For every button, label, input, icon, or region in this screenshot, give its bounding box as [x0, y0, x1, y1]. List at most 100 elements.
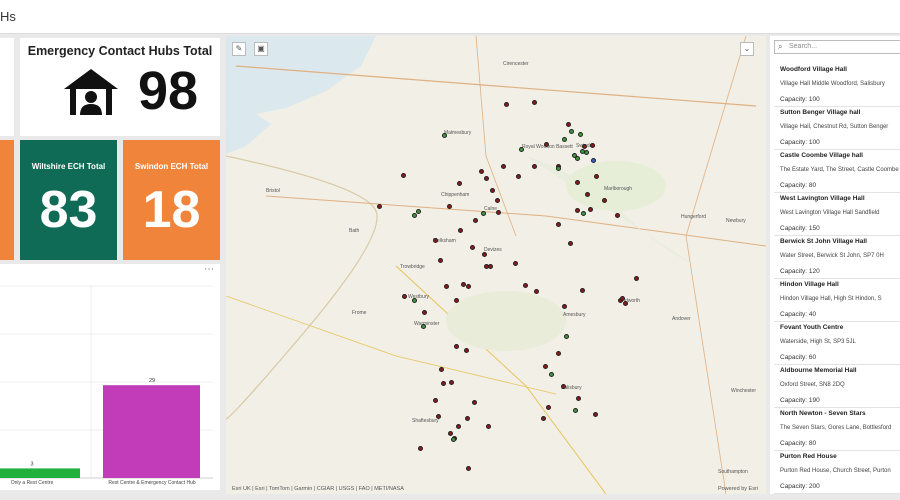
- list-item-name[interactable]: Berwick St John Village Hall: [780, 238, 867, 245]
- map-hub-marker[interactable]: [588, 207, 593, 212]
- map-hub-marker[interactable]: [602, 198, 607, 203]
- map-hub-marker[interactable]: [572, 153, 577, 158]
- map-hub-marker[interactable]: [377, 204, 382, 209]
- map-hub-marker[interactable]: [615, 213, 620, 218]
- map-hub-marker[interactable]: [593, 412, 598, 417]
- map-hub-marker[interactable]: [504, 102, 509, 107]
- list-item-name[interactable]: Fovant Youth Centre: [780, 324, 843, 331]
- list-item-name[interactable]: Woodford Village Hall: [780, 66, 847, 73]
- list-item-name[interactable]: Purton Red House: [780, 453, 837, 460]
- map-hub-marker[interactable]: [472, 400, 477, 405]
- map-hub-marker[interactable]: [564, 334, 569, 339]
- map-hub-marker[interactable]: [473, 218, 478, 223]
- map-hub-marker[interactable]: [482, 252, 487, 257]
- map-hub-marker[interactable]: [573, 408, 578, 413]
- map-hub-marker[interactable]: [569, 129, 574, 134]
- map-hub-marker[interactable]: [479, 169, 484, 174]
- map-hub-marker[interactable]: [541, 416, 546, 421]
- map-hub-marker[interactable]: [578, 132, 583, 137]
- map-hub-marker[interactable]: [519, 147, 524, 152]
- list-item-name[interactable]: North Newton - Seven Stars: [780, 410, 866, 417]
- list-item-name[interactable]: Sutton Benger Village hall: [780, 109, 860, 116]
- map-hub-marker[interactable]: [523, 283, 528, 288]
- map-hub-marker[interactable]: [436, 414, 441, 419]
- list-item-name[interactable]: West Lavington Village Hall: [780, 195, 865, 202]
- map-hub-marker[interactable]: [568, 241, 573, 246]
- map-hub-marker[interactable]: [490, 188, 495, 193]
- map-hub-marker[interactable]: [576, 396, 581, 401]
- map-hub-marker[interactable]: [439, 367, 444, 372]
- map-hub-marker[interactable]: [457, 181, 462, 186]
- map-hub-marker[interactable]: [456, 424, 461, 429]
- map-hub-marker[interactable]: [575, 208, 580, 213]
- map-hub-marker[interactable]: [454, 298, 459, 303]
- map-hub-marker[interactable]: [418, 446, 423, 451]
- map-hub-marker[interactable]: [421, 324, 426, 329]
- map-hub-marker[interactable]: [590, 143, 595, 148]
- map-hub-marker[interactable]: [484, 264, 489, 269]
- map-hub-marker[interactable]: [442, 133, 447, 138]
- map-hub-marker[interactable]: [544, 142, 549, 147]
- map-hub-marker[interactable]: [448, 431, 453, 436]
- map-hub-marker[interactable]: [623, 301, 628, 306]
- map-hub-marker[interactable]: [416, 209, 421, 214]
- map-hub-marker[interactable]: [634, 276, 639, 281]
- map-hub-marker[interactable]: [470, 245, 475, 250]
- map-hub-marker[interactable]: [581, 211, 586, 216]
- map-hub-marker[interactable]: [561, 384, 566, 389]
- map-hub-marker[interactable]: [454, 344, 459, 349]
- map-hub-marker[interactable]: [501, 164, 506, 169]
- list-item-name[interactable]: Aldbourne Memorial Hall: [780, 367, 857, 374]
- map-hub-marker[interactable]: [449, 380, 454, 385]
- map-hub-marker[interactable]: [585, 192, 590, 197]
- map-hub-marker[interactable]: [556, 351, 561, 356]
- map-hub-marker[interactable]: [594, 174, 599, 179]
- layers-icon[interactable]: ▣: [254, 42, 268, 56]
- map-hub-marker[interactable]: [575, 180, 580, 185]
- map-hub-marker[interactable]: [580, 288, 585, 293]
- map-hub-marker[interactable]: [513, 261, 518, 266]
- chevron-down-icon[interactable]: ⌄: [740, 42, 754, 56]
- map-hub-marker[interactable]: [481, 211, 486, 216]
- map-hub-marker[interactable]: [444, 284, 449, 289]
- map-hub-marker[interactable]: [451, 437, 456, 442]
- map-hub-marker[interactable]: [591, 158, 596, 163]
- map-hub-marker[interactable]: [549, 372, 554, 377]
- search-input[interactable]: ⌕ Search...: [774, 40, 900, 54]
- map-hub-marker[interactable]: [433, 238, 438, 243]
- map-hub-marker[interactable]: [401, 173, 406, 178]
- map-hub-marker[interactable]: [412, 298, 417, 303]
- map-hub-marker[interactable]: [466, 466, 471, 471]
- map-hub-marker[interactable]: [495, 198, 500, 203]
- map-hub-marker[interactable]: [532, 100, 537, 105]
- map-hub-marker[interactable]: [458, 228, 463, 233]
- map-hub-marker[interactable]: [534, 289, 539, 294]
- map-hub-marker[interactable]: [546, 405, 551, 410]
- map-hub-marker[interactable]: [433, 398, 438, 403]
- map-hub-marker[interactable]: [422, 310, 427, 315]
- map-hub-marker[interactable]: [441, 381, 446, 386]
- map-hub-marker[interactable]: [402, 294, 407, 299]
- list-item-name[interactable]: Castle Coombe Village hall: [780, 152, 863, 159]
- map-hub-marker[interactable]: [484, 176, 489, 181]
- more-options-icon[interactable]: ⋯: [204, 264, 214, 275]
- map-hub-marker[interactable]: [562, 137, 567, 142]
- map-hub-marker[interactable]: [496, 210, 501, 215]
- map-hub-marker[interactable]: [562, 304, 567, 309]
- map-hub-marker[interactable]: [566, 122, 571, 127]
- map-hub-marker[interactable]: [464, 348, 469, 353]
- map-hub-marker[interactable]: [580, 149, 585, 154]
- map-hub-marker[interactable]: [466, 284, 471, 289]
- map-hub-marker[interactable]: [543, 364, 548, 369]
- list-item-name[interactable]: Hindon Village Hall: [780, 281, 839, 288]
- map-hub-marker[interactable]: [447, 204, 452, 209]
- map-hub-marker[interactable]: [516, 174, 521, 179]
- map-hub-marker[interactable]: [532, 164, 537, 169]
- map-hub-marker[interactable]: [556, 166, 561, 171]
- edit-icon[interactable]: ✎: [232, 42, 246, 56]
- map-hub-marker[interactable]: [556, 222, 561, 227]
- map-hub-marker[interactable]: [465, 416, 470, 421]
- map-hub-marker[interactable]: [438, 258, 443, 263]
- map-hub-marker[interactable]: [412, 213, 417, 218]
- map-view[interactable]: MalmesburyRoyal Wootton BassettSwindonMa…: [226, 36, 766, 494]
